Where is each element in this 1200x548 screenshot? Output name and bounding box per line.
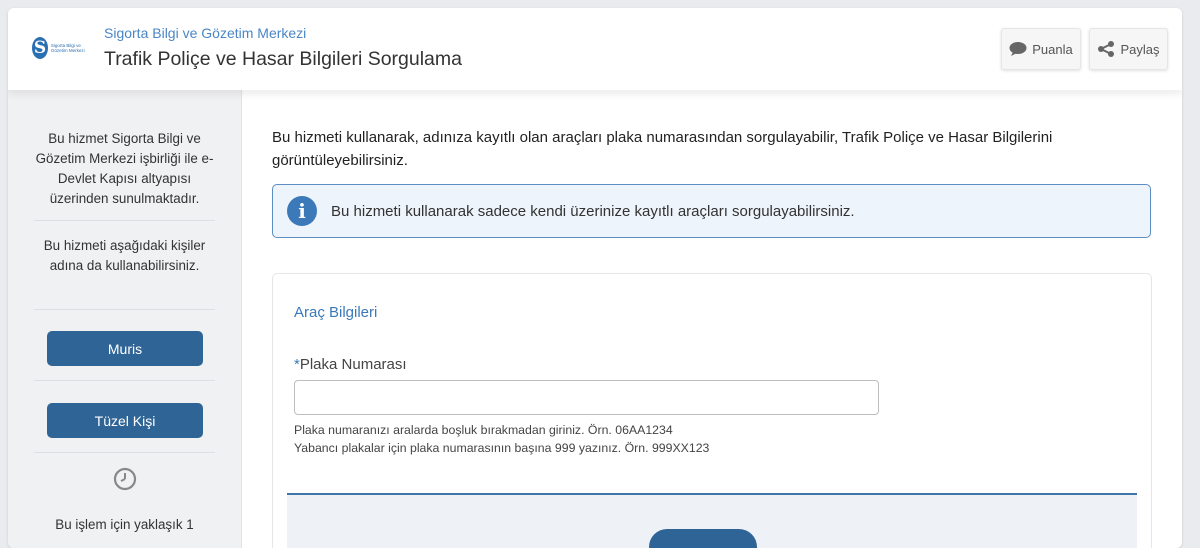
page-title: Trafik Poliçe ve Hasar Bilgileri Sorgula… — [104, 48, 462, 70]
share-button[interactable]: Paylaş — [1089, 28, 1168, 70]
share-label: Paylaş — [1120, 41, 1160, 57]
sidebar-divider — [34, 452, 215, 453]
muris-button[interactable]: Muris — [47, 331, 203, 366]
section-title: Araç Bilgileri — [294, 304, 378, 321]
logo-text: Sigorta Bilgi ve Gözetim Merkezi — [50, 43, 85, 53]
sidebar-divider — [34, 309, 215, 310]
form-footer — [287, 495, 1137, 548]
sidebar-divider — [34, 220, 215, 221]
tuzel-kisi-button[interactable]: Tüzel Kişi — [47, 403, 203, 438]
clock-icon — [113, 467, 137, 491]
info-icon: i — [287, 196, 317, 226]
sbm-logo: S Sigorta Bilgi ve Gözetim Merkezi — [32, 35, 98, 61]
plate-hint: Plaka numaranızı aralarda boşluk bırakma… — [294, 423, 673, 437]
rate-label: Puanla — [1032, 41, 1073, 57]
logo-mark-icon: S — [32, 37, 48, 59]
plate-label: *Plaka Numarası — [294, 356, 407, 373]
rate-button[interactable]: Puanla — [1001, 28, 1081, 70]
vehicle-form-card: Araç Bilgileri *Plaka Numarası Plaka num… — [272, 273, 1152, 548]
intro-text: Bu hizmeti kullanarak, adınıza kayıtlı o… — [272, 129, 1053, 169]
share-icon — [1097, 40, 1115, 58]
on-behalf-text: Bu hizmeti aşağıdaki kişiler adına da ku… — [43, 238, 206, 273]
sidebar: Bu hizmet Sigorta Bilgi ve Gözetim Merke… — [8, 90, 242, 548]
speech-bubble-icon — [1009, 41, 1027, 57]
plate-label-text: Plaka Numarası — [299, 356, 407, 373]
foreign-plate-hint: Yabancı plakalar için plaka numarasının … — [294, 441, 710, 455]
info-text: Bu hizmeti kullanarak sadece kendi üzeri… — [331, 202, 855, 220]
sidebar-divider — [34, 380, 215, 381]
submit-button[interactable] — [649, 529, 757, 548]
info-alert: i Bu hizmeti kullanarak sadece kendi üze… — [272, 184, 1151, 238]
duration-text: Bu işlem için yaklaşık 1 — [55, 517, 194, 532]
service-description: Bu hizmet Sigorta Bilgi ve Gözetim Merke… — [35, 131, 214, 206]
plate-number-input[interactable] — [294, 380, 879, 415]
page-card: S Sigorta Bilgi ve Gözetim Merkezi Sigor… — [8, 8, 1182, 548]
org-name[interactable]: Sigorta Bilgi ve Gözetim Merkezi — [104, 25, 306, 41]
header: S Sigorta Bilgi ve Gözetim Merkezi Sigor… — [8, 8, 1182, 90]
main-content: Bu hizmeti kullanarak, adınıza kayıtlı o… — [242, 90, 1182, 548]
